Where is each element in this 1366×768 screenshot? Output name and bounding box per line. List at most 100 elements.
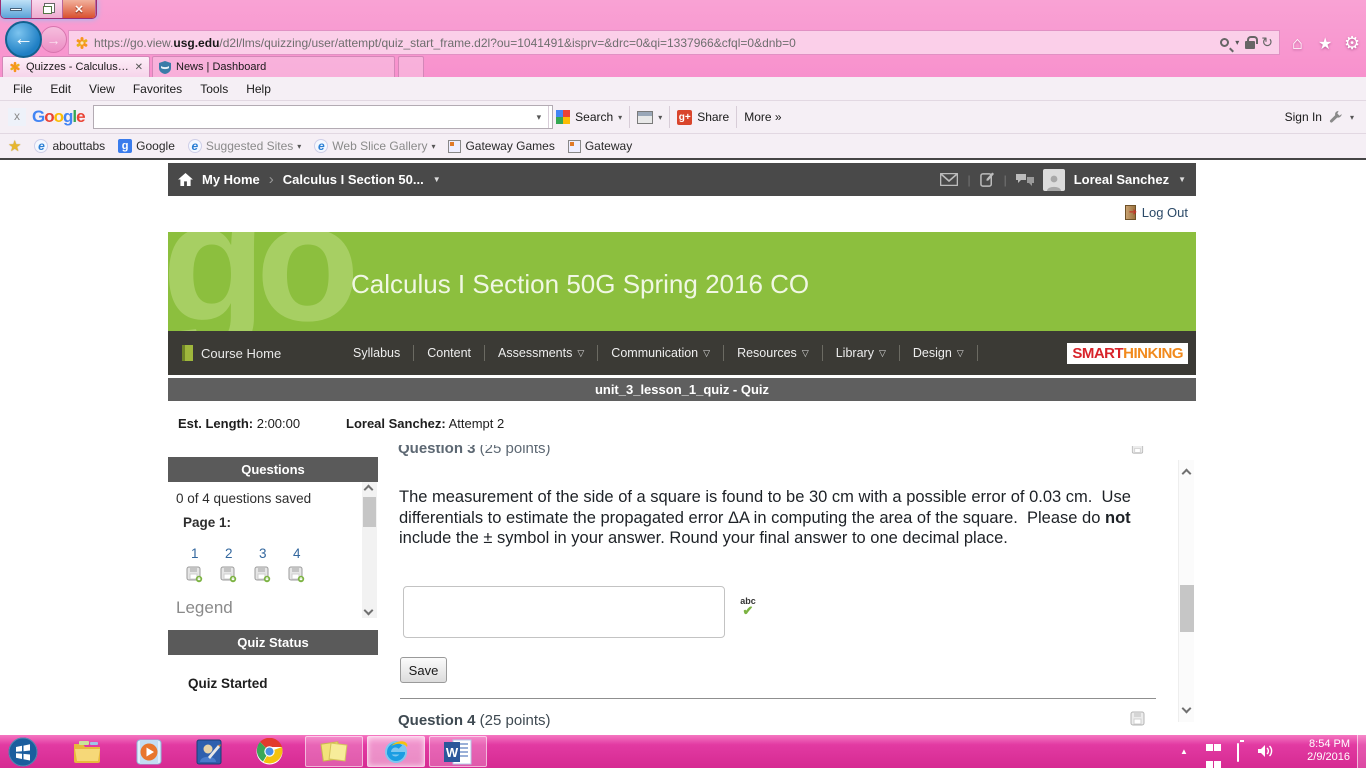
- favorite-gateway-games[interactable]: Gateway Games: [448, 139, 554, 153]
- content-scrollbar[interactable]: [1178, 460, 1194, 722]
- scroll-up-icon[interactable]: [1182, 469, 1192, 479]
- updates-icon[interactable]: [980, 172, 995, 187]
- google-search-input[interactable]: [93, 105, 553, 129]
- chrome-icon[interactable]: [254, 737, 284, 766]
- tab-news-dashboard[interactable]: News | Dashboard: [152, 56, 395, 77]
- favorite-web-slice-gallery[interactable]: eWeb Slice Gallery▾: [314, 139, 435, 153]
- scroll-up-icon[interactable]: [364, 485, 374, 495]
- tab-close-icon[interactable]: ✕: [135, 62, 143, 73]
- ie-icon: e: [188, 139, 202, 153]
- nav-content[interactable]: Content: [414, 346, 484, 360]
- more-button[interactable]: More »: [744, 110, 781, 124]
- file-explorer-icon[interactable]: [72, 737, 102, 766]
- contacts-app-icon[interactable]: [194, 737, 224, 766]
- settings-gear-icon[interactable]: ⚙: [1344, 33, 1360, 54]
- site-favicon-icon: [75, 36, 89, 50]
- new-tab-button[interactable]: [398, 56, 424, 77]
- menu-file[interactable]: File: [4, 82, 41, 96]
- internet-explorer-button[interactable]: [367, 736, 425, 767]
- home-icon[interactable]: ⌂: [1292, 33, 1303, 54]
- favorite-google[interactable]: gGoogle: [118, 139, 175, 153]
- tab-quizzes[interactable]: Quizzes - Calculus I Section ... ✕: [2, 56, 150, 77]
- close-button[interactable]: ✕: [63, 0, 96, 18]
- settings-dropdown-icon[interactable]: ▾: [1350, 113, 1354, 122]
- sticky-notes-button[interactable]: [305, 736, 363, 767]
- questions-panel-header: Questions: [168, 457, 378, 482]
- favorite-suggested-sites[interactable]: eSuggested Sites▾: [188, 139, 301, 153]
- sidebar-scrollbar[interactable]: [362, 482, 377, 618]
- nav-resources[interactable]: Resources▽: [724, 346, 822, 360]
- scrollbar-thumb[interactable]: [1180, 585, 1194, 632]
- nav-design[interactable]: Design▽: [900, 346, 977, 360]
- desktop: ✕ ← → https://go.view.usg.edu/d2l/lms/qu…: [0, 0, 1366, 768]
- sign-in-link[interactable]: Sign In: [1285, 110, 1322, 124]
- question-2-link[interactable]: 2: [225, 546, 233, 561]
- search-dropdown-icon[interactable]: ▾: [1235, 38, 1239, 47]
- scrollbar-thumb[interactable]: [363, 497, 376, 527]
- battery-icon[interactable]: [1237, 743, 1239, 762]
- avatar[interactable]: [1043, 169, 1065, 191]
- menu-edit[interactable]: Edit: [41, 82, 80, 96]
- clock[interactable]: 8:54 PM2/9/2016: [1286, 735, 1350, 768]
- course-dropdown-icon[interactable]: ▼: [433, 175, 441, 184]
- question-4-save-icon[interactable]: [1130, 711, 1145, 731]
- save-button[interactable]: Save: [400, 657, 447, 683]
- restore-button[interactable]: [32, 0, 63, 18]
- tray-expand-icon[interactable]: ▲: [1180, 747, 1188, 768]
- share-button[interactable]: g+Share: [677, 110, 729, 125]
- save-question-2-icon[interactable]: [220, 566, 237, 588]
- forward-button[interactable]: →: [40, 26, 67, 53]
- save-question-1-icon[interactable]: [186, 566, 203, 588]
- nav-assessments[interactable]: Assessments▽: [485, 346, 597, 360]
- menu-favorites[interactable]: Favorites: [124, 82, 191, 96]
- smarthinking-logo[interactable]: SMARTHINKING: [1067, 343, 1188, 364]
- user-dropdown-icon[interactable]: ▼: [1178, 175, 1186, 184]
- logout-link[interactable]: Log Out: [1125, 205, 1188, 220]
- search-history-dropdown-icon[interactable]: ▾: [537, 112, 542, 123]
- search-icon[interactable]: [1220, 38, 1229, 47]
- my-home-link[interactable]: My Home: [202, 172, 260, 187]
- spellcheck-icon[interactable]: abc✔: [738, 597, 758, 616]
- minimize-button[interactable]: [1, 0, 32, 18]
- person-icon: [1045, 173, 1063, 191]
- question-1-link[interactable]: 1: [191, 546, 199, 561]
- menu-help[interactable]: Help: [237, 82, 280, 96]
- start-button[interactable]: [8, 737, 38, 766]
- action-center-icon[interactable]: [1206, 744, 1221, 768]
- chat-icon[interactable]: [1016, 173, 1034, 187]
- media-player-icon[interactable]: [134, 737, 164, 766]
- volume-icon[interactable]: [1258, 744, 1274, 768]
- course-home-link[interactable]: Course Home: [168, 345, 340, 361]
- save-question-3-icon[interactable]: [254, 566, 271, 588]
- nav-communication[interactable]: Communication▽: [598, 346, 723, 360]
- address-bar[interactable]: https://go.view.usg.edu/d2l/lms/quizzing…: [68, 30, 1280, 55]
- refresh-icon[interactable]: ↻: [1261, 34, 1273, 51]
- scroll-down-icon[interactable]: [364, 606, 374, 616]
- google-search-button[interactable]: Search▾: [556, 110, 622, 124]
- toolbar-window-button[interactable]: ▾: [637, 111, 662, 124]
- breadcrumb-course-link[interactable]: Calculus I Section 50...: [283, 172, 424, 187]
- email-icon[interactable]: [940, 173, 958, 186]
- favorites-star-icon[interactable]: ★: [1318, 34, 1332, 54]
- word-button[interactable]: W: [429, 736, 487, 767]
- show-desktop-button[interactable]: [1357, 735, 1366, 768]
- question-3-link[interactable]: 3: [259, 546, 267, 561]
- answer-input[interactable]: [403, 586, 725, 638]
- scroll-down-icon[interactable]: [1182, 704, 1192, 714]
- favorite-gateway[interactable]: Gateway: [568, 139, 632, 153]
- user-menu[interactable]: Loreal Sanchez: [1074, 172, 1169, 187]
- favorite-abouttabs[interactable]: eabouttabs: [34, 139, 105, 153]
- course-banner: go Calculus I Section 50G Spring 2016 CO: [168, 232, 1196, 331]
- menu-view[interactable]: View: [80, 82, 124, 96]
- menu-bar: File Edit View Favorites Tools Help: [0, 77, 1366, 100]
- nav-library[interactable]: Library▽: [823, 346, 899, 360]
- menu-tools[interactable]: Tools: [191, 82, 237, 96]
- add-favorite-icon[interactable]: ★: [8, 137, 21, 155]
- toolbar-close-button[interactable]: x: [8, 108, 26, 126]
- back-button[interactable]: ←: [5, 21, 42, 58]
- save-question-4-icon[interactable]: [288, 566, 305, 588]
- question-4-link[interactable]: 4: [293, 546, 301, 561]
- question-3-save-icon[interactable]: [1130, 445, 1145, 463]
- nav-syllabus[interactable]: Syllabus: [340, 346, 413, 360]
- wrench-icon[interactable]: [1329, 110, 1343, 124]
